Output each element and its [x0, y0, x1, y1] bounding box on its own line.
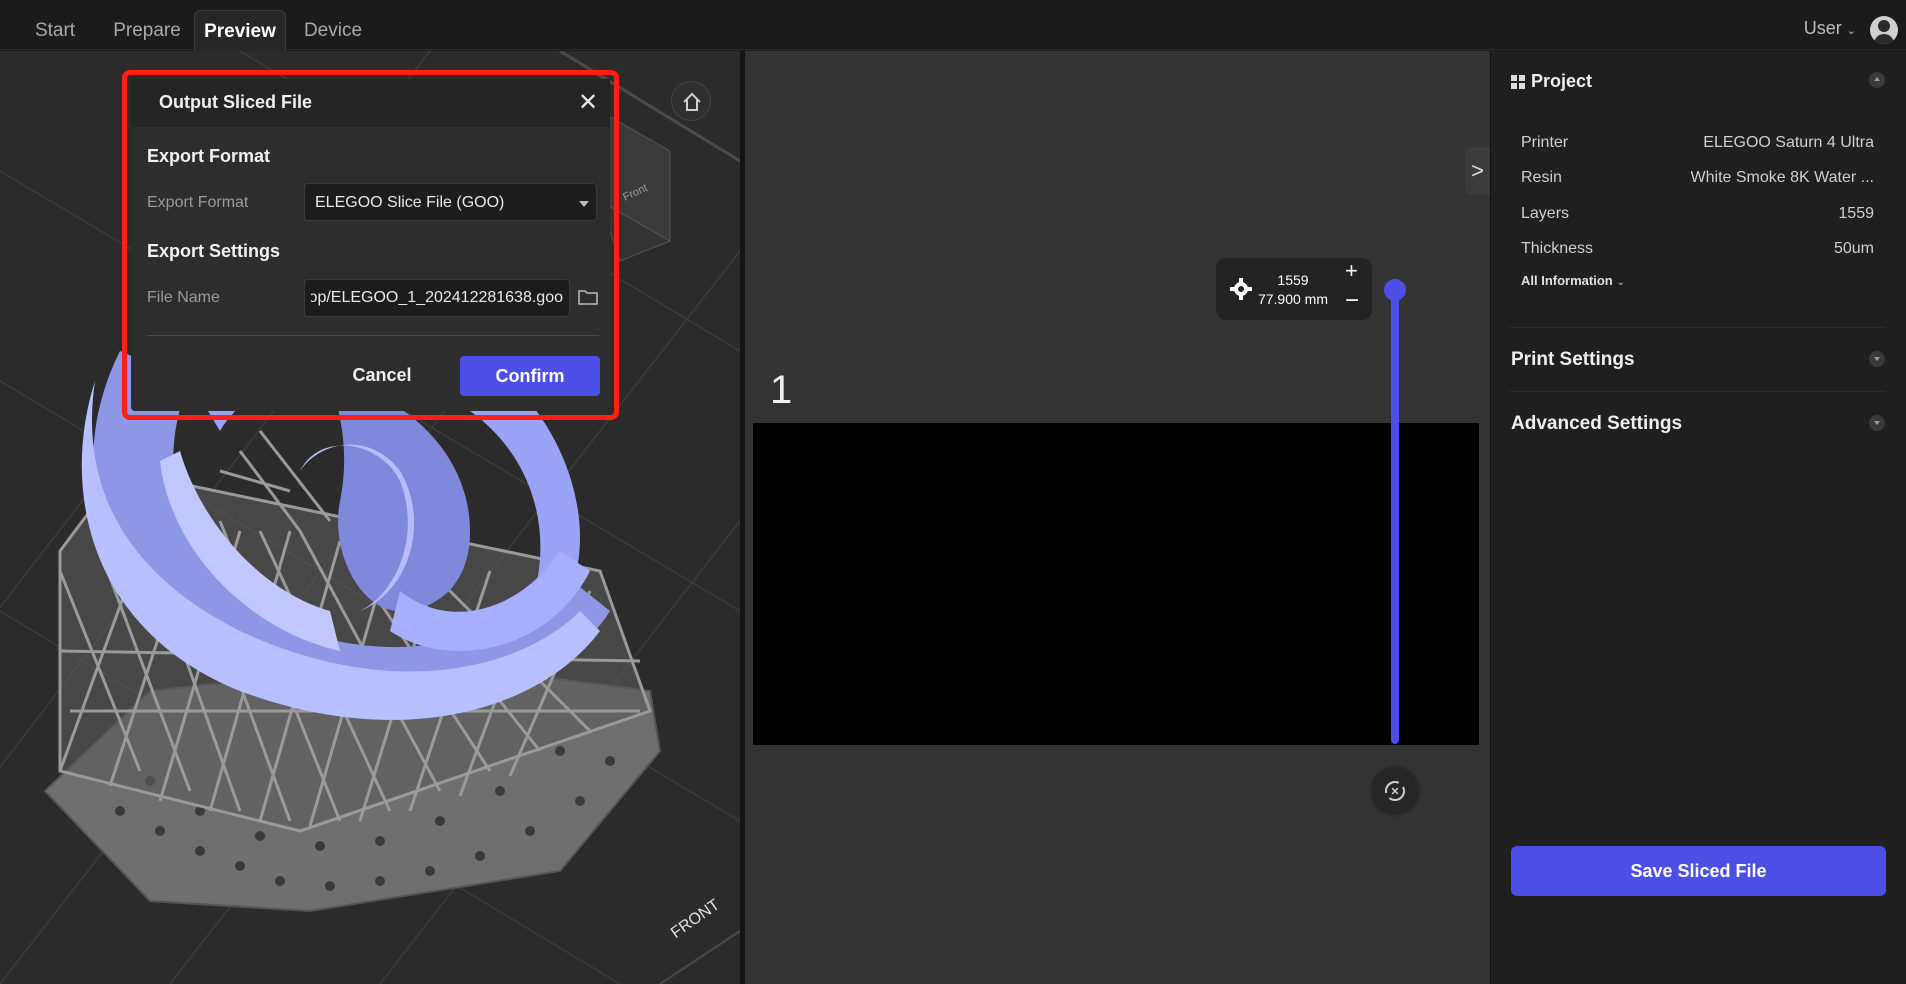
expand-print-settings-icon[interactable] [1869, 351, 1885, 367]
chevron-right-icon: > [1471, 158, 1484, 183]
expand-panel-button[interactable]: > [1465, 147, 1490, 195]
thickness-value: 50um [1833, 240, 1874, 257]
layer-count: 1559 [1277, 272, 1309, 288]
tab-preview[interactable]: Preview [194, 10, 286, 51]
thickness-label: Thickness [1521, 240, 1594, 257]
user-menu[interactable]: User ⌄ [1804, 18, 1856, 39]
printer-value: ELEGOO Saturn 4 Ultra [1703, 134, 1874, 151]
layers-label: Layers [1521, 205, 1570, 222]
user-label: User [1803, 18, 1842, 38]
right-panel [1490, 51, 1906, 984]
collapse-project-icon[interactable] [1869, 72, 1885, 88]
tab-device[interactable]: Device [296, 10, 370, 51]
all-information-toggle[interactable]: All Information ⌄ [1521, 273, 1625, 288]
print-settings-title[interactable]: Print Settings [1511, 349, 1635, 371]
tab-start[interactable]: Start [20, 10, 90, 51]
layer-height: 77.900 mm [1257, 291, 1329, 307]
current-layer-label: 1 [770, 368, 793, 412]
avatar[interactable] [1870, 16, 1898, 44]
layer-plus-button[interactable]: + [1345, 258, 1358, 284]
expand-advanced-settings-icon[interactable] [1869, 415, 1885, 431]
home-view-button[interactable] [671, 81, 711, 121]
rotate-view-button[interactable] [1371, 767, 1419, 815]
project-title[interactable]: Project [1531, 71, 1592, 92]
separator [1509, 327, 1885, 328]
resin-label: Resin [1521, 169, 1562, 186]
grid-icon [1511, 75, 1525, 89]
layer-minus-button[interactable]: − [1345, 287, 1359, 315]
resin-value: White Smoke 8K Water ... [1690, 169, 1874, 186]
layer-slider-track[interactable] [1391, 290, 1399, 744]
separator [1509, 391, 1885, 392]
highlight-box [122, 70, 619, 420]
sync-icon [1385, 781, 1405, 801]
layers-value: 1559 [1838, 205, 1874, 222]
printer-label: Printer [1521, 134, 1569, 151]
layer-slider-handle[interactable] [1384, 279, 1406, 301]
advanced-settings-title[interactable]: Advanced Settings [1511, 413, 1682, 435]
layer-image [753, 423, 1479, 745]
chevron-down-icon: ⌄ [1846, 25, 1856, 37]
tab-prepare[interactable]: Prepare [104, 10, 190, 51]
chevron-down-icon: ⌄ [1616, 277, 1625, 288]
all-information-label: All Information [1521, 273, 1613, 288]
save-sliced-file-button[interactable]: Save Sliced File [1511, 846, 1886, 896]
home-icon [683, 92, 701, 111]
